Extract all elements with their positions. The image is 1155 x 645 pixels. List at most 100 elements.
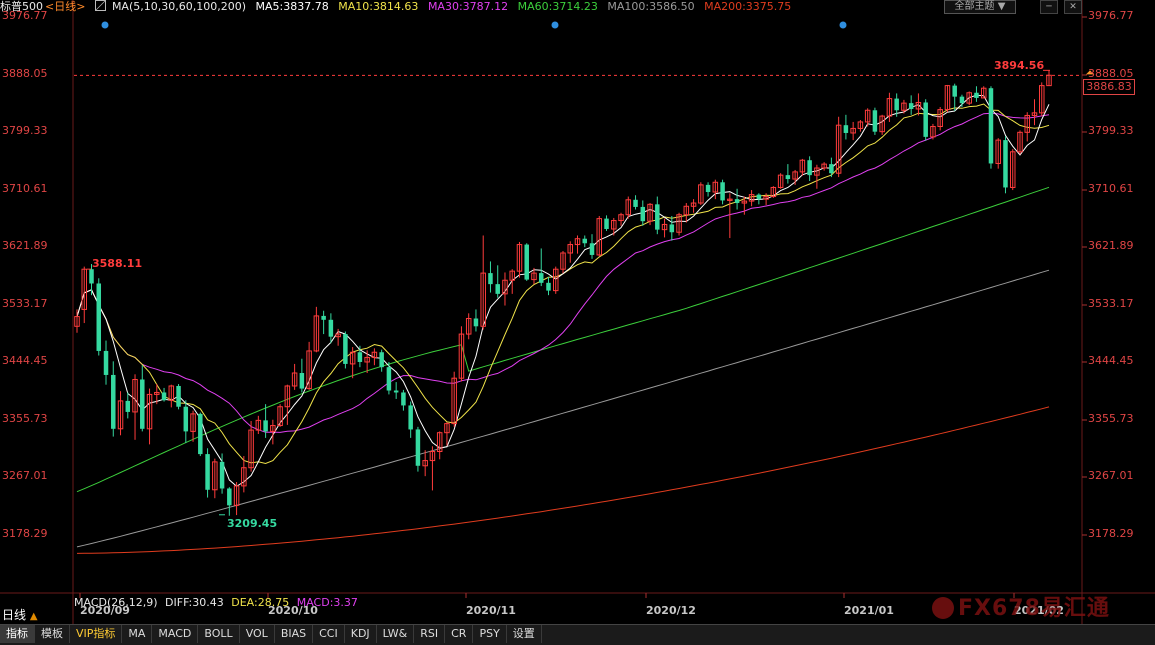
candle-body-down — [843, 125, 849, 133]
candle-body-down — [894, 98, 899, 111]
ma-settings-icon[interactable] — [94, 0, 106, 11]
low-price-annotation: 3209.45 — [227, 517, 278, 530]
candle-body-down — [473, 318, 479, 327]
candle-body-down — [720, 182, 725, 201]
candle-body-down — [655, 204, 660, 230]
event-marker-icon — [101, 21, 109, 29]
ma100-value: MA100:3586.50 — [607, 0, 695, 13]
y-tick-left: 3976.77 — [2, 9, 48, 22]
candle-body-down — [103, 350, 109, 375]
candle-body-down — [807, 160, 812, 176]
tab-template[interactable]: 模板 — [35, 625, 70, 643]
watermark-logo-icon — [932, 597, 954, 619]
tab-boll[interactable]: BOLL — [198, 625, 240, 643]
candle-body-down — [785, 175, 791, 180]
candle-body-down — [705, 184, 711, 193]
candle-body-down — [734, 199, 740, 204]
candle-body-down — [386, 367, 392, 391]
y-tick-right: 3355.73 — [1088, 412, 1134, 425]
y-tick-right: 3444.45 — [1088, 354, 1134, 367]
tab-cr[interactable]: CR — [445, 625, 474, 643]
candlestick-chart[interactable] — [0, 0, 1155, 644]
candle-body-down — [401, 392, 406, 406]
ma60-line — [76, 186, 1050, 493]
candle-body-down — [415, 429, 421, 466]
candle-body-down — [1003, 140, 1008, 188]
current-price-box: 3886.83 — [1083, 79, 1135, 95]
watermark-text: FX678易汇通 — [958, 596, 1110, 621]
tab-bias[interactable]: BIAS — [275, 625, 314, 643]
macd-dea: DEA:28.75 — [231, 596, 290, 609]
tab-cci[interactable]: CCI — [313, 625, 345, 643]
macd-value: MACD:3.37 — [296, 596, 358, 609]
candle-body-down — [488, 273, 493, 285]
y-tick-right: 3976.77 — [1088, 9, 1134, 22]
macd-title[interactable]: MACD(26,12,9) — [74, 596, 158, 609]
y-tick-right: 3178.29 — [1088, 527, 1134, 540]
candle-body-down — [959, 96, 965, 104]
y-tick-right: 3533.17 — [1088, 297, 1134, 310]
x-tick-label: 2021/01 — [844, 604, 894, 617]
tab-kdj[interactable]: KDJ — [345, 625, 377, 643]
candle-body-down — [176, 385, 181, 407]
candle-body-down — [140, 379, 145, 429]
candle-body-down — [633, 199, 638, 207]
y-tick-right: 3267.01 — [1088, 469, 1134, 482]
watermark: FX678易汇通 — [932, 590, 1110, 622]
candle-body-down — [829, 164, 834, 174]
candle-body-down — [756, 194, 762, 200]
candle-body-down — [524, 244, 529, 280]
left-high-annotation: 3588.11 — [92, 257, 143, 270]
theme-selector-label: 全部主题 — [954, 1, 995, 12]
candle-body-down — [393, 390, 399, 393]
tab-ma[interactable]: MA — [122, 625, 153, 643]
candle-body-down — [89, 269, 94, 284]
ma5-value: MA5:3837.78 — [255, 0, 329, 13]
y-tick-left: 3267.01 — [2, 469, 48, 482]
tab-vol[interactable]: VOL — [240, 625, 275, 643]
ma10-value: MA10:3814.63 — [338, 0, 419, 13]
candle-body-down — [495, 284, 500, 294]
candle-body-down — [988, 88, 994, 164]
candle-body-down — [328, 319, 334, 337]
ma100-line — [76, 269, 1050, 548]
candle-body-down — [205, 454, 210, 490]
tab-settings[interactable]: 设置 — [507, 625, 542, 643]
candle-body-down — [343, 334, 348, 364]
tab-indicator[interactable]: 指标 — [0, 625, 35, 643]
indicator-tab-bar: 指标 模板 VIP指标 MA MACD BOLL VOL BIAS CCI KDJ LW& RSI CR… — [0, 624, 1155, 645]
period-selector[interactable]: 日线 ▲ — [2, 606, 38, 623]
y-tick-left: 3710.61 — [2, 182, 48, 195]
event-marker-icon — [839, 21, 847, 29]
theme-selector-button[interactable]: 全部主题 ▼ — [944, 0, 1016, 14]
y-tick-left: 3178.29 — [2, 527, 48, 540]
candle-body-down — [408, 405, 413, 430]
candle-body-down — [952, 85, 957, 97]
candle-body-down — [357, 352, 363, 362]
tab-rsi[interactable]: RSI — [414, 625, 446, 643]
x-tick-label: 2020/11 — [466, 604, 516, 617]
candle-body-down — [546, 282, 551, 291]
candle-body-down — [923, 102, 928, 137]
candle-body-down — [538, 273, 544, 283]
candle-body-down — [263, 420, 268, 432]
candle-body-down — [908, 103, 914, 109]
candle-body-down — [219, 461, 225, 489]
y-tick-right: 3710.61 — [1088, 182, 1134, 195]
dropdown-arrow-icon: ▼ — [997, 1, 1006, 12]
minimize-icon[interactable]: ─ — [1040, 0, 1058, 14]
tab-macd[interactable]: MACD — [152, 625, 199, 643]
tab-lw[interactable]: LW& — [377, 625, 415, 643]
candle-body-down — [111, 374, 116, 429]
y-tick-right: 3621.89 — [1088, 239, 1134, 252]
y-tick-right: 3799.33 — [1088, 124, 1134, 137]
tab-vip-indicator[interactable]: VIP指标 — [70, 625, 123, 643]
close-icon[interactable]: ✕ — [1064, 0, 1082, 14]
candle-body-down — [161, 392, 167, 401]
macd-diff: DIFF:30.43 — [165, 596, 224, 609]
event-marker-icon — [551, 21, 559, 29]
y-tick-left: 3533.17 — [2, 297, 48, 310]
tab-psy[interactable]: PSY — [473, 625, 507, 643]
candle-body-down — [96, 283, 102, 351]
candle-body-down — [183, 406, 189, 432]
